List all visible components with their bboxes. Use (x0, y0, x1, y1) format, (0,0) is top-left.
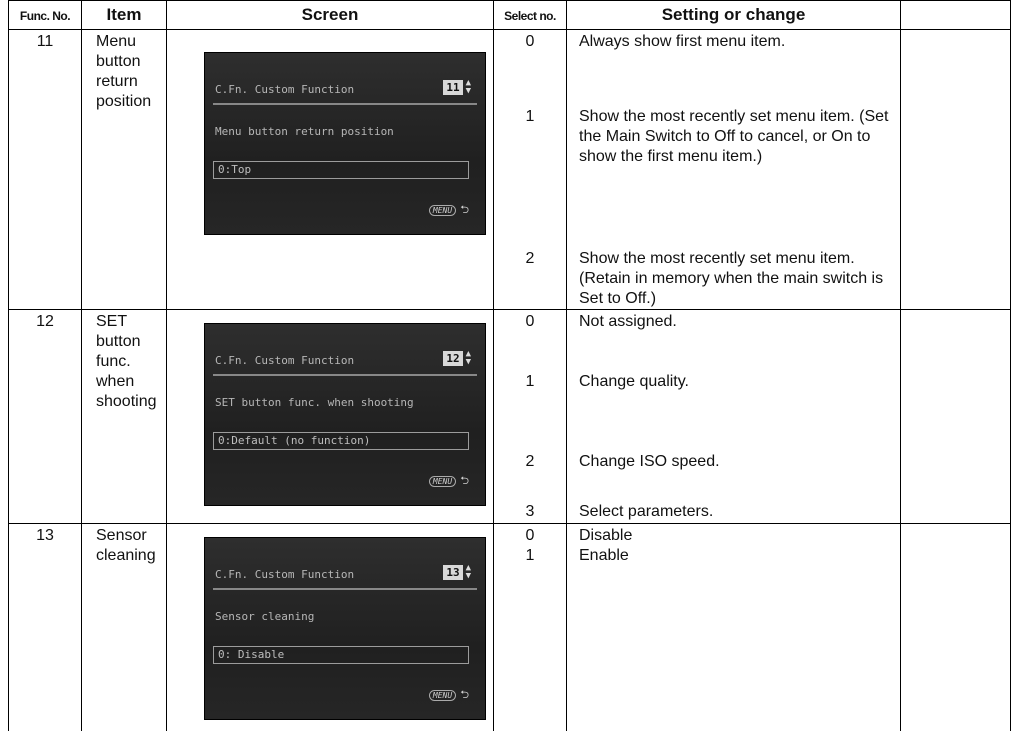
setting-11-2: Show the most recently set menu item. (R… (579, 250, 884, 307)
setting-13-1: Enable (579, 547, 629, 564)
screen-divider (213, 374, 477, 376)
up-down-arrows-icon: ▲ ▼ (465, 563, 471, 581)
screen-divider (213, 103, 477, 105)
header-item: Item (106, 5, 142, 24)
screen-number: 13 (443, 564, 463, 580)
header-func-no: Func. No. (19, 9, 71, 23)
screen-description: SET button func. when shooting (215, 396, 414, 409)
item-13: Sensor cleaning (96, 527, 156, 564)
header-bottom-border (8, 29, 1011, 30)
select-no-12-1: 1 (525, 373, 535, 390)
return-arrow-icon: ⮌ (460, 688, 469, 701)
setting-12-1: Change quality. (579, 373, 689, 390)
func-no-11: 11 (36, 33, 54, 50)
select-no-12-2: 2 (525, 453, 535, 470)
camera-screen-13: C.Fn. Custom Function 13 ▲ ▼ Sensor clean… (204, 537, 486, 720)
select-no-12-3: 3 (525, 503, 535, 520)
screen-description: Sensor cleaning (215, 610, 315, 623)
up-down-arrows-icon: ▲ ▼ (465, 78, 471, 96)
camera-screen-12: C.Fn. Custom Function 12 ▲ ▼ SET button f… (204, 323, 486, 506)
menu-return-indicator: MENU ⮌ (428, 201, 469, 220)
screen-value-box: 0: Disable (213, 646, 469, 664)
screen-title: C.Fn. Custom Function (215, 354, 355, 367)
menu-return-indicator: MENU ⮌ (428, 472, 469, 491)
screen-title: C.Fn. Custom Function (215, 568, 355, 581)
menu-button-icon: MENU (428, 476, 457, 487)
camera-screen-11: C.Fn. Custom Function 11 ▲ ▼ Menu button … (204, 52, 486, 235)
setting-13-0: Disable (579, 527, 633, 544)
screen-divider (213, 588, 477, 590)
setting-11-0: Always show first menu item. (579, 33, 786, 50)
select-no-11-0: 0 (525, 33, 535, 50)
col-border-setting (900, 0, 901, 731)
screen-number-badge: 11 ▲ ▼ (443, 78, 471, 96)
col-border-left (8, 0, 9, 731)
select-no-12-0: 0 (525, 313, 535, 330)
setting-12-0: Not assigned. (579, 313, 677, 330)
item-12: SET button func. when shooting (96, 313, 157, 410)
header-setting: Setting or change (661, 5, 806, 24)
screen-value-box: 0:Default (no function) (213, 432, 469, 450)
screen-number: 11 (443, 79, 463, 95)
item-11: Menu button return position (96, 33, 152, 110)
setting-12-2: Change ISO speed. (579, 453, 720, 470)
screen-number-badge: 13 ▲ ▼ (443, 563, 471, 581)
row-divider-12-13 (8, 523, 1011, 524)
screen-number-badge: 12 ▲ ▼ (443, 349, 471, 367)
screen-title: C.Fn. Custom Function (215, 83, 355, 96)
func-no-13: 13 (36, 527, 54, 544)
table-top-border (8, 0, 1011, 1)
header-screen: Screen (301, 5, 359, 24)
screen-number: 12 (443, 350, 463, 366)
screen-description: Menu button return position (215, 125, 394, 138)
select-no-11-2: 2 (525, 250, 535, 267)
col-border-item (166, 0, 167, 731)
func-no-12: 12 (36, 313, 54, 330)
return-arrow-icon: ⮌ (460, 474, 469, 487)
up-down-arrows-icon: ▲ ▼ (465, 349, 471, 367)
select-no-13-0: 0 (525, 527, 535, 544)
col-border-select (566, 0, 567, 731)
header-select-no: Select no. (504, 9, 556, 23)
return-arrow-icon: ⮌ (460, 203, 469, 216)
select-no-13-1: 1 (525, 547, 535, 564)
menu-button-icon: MENU (428, 205, 457, 216)
setting-11-1: Show the most recently set menu item. (S… (579, 108, 889, 165)
col-border-func (81, 0, 82, 731)
setting-12-3: Select parameters. (579, 503, 714, 520)
select-no-11-1: 1 (525, 108, 535, 125)
screen-value-box: 0:Top (213, 161, 469, 179)
menu-return-indicator: MENU ⮌ (428, 686, 469, 705)
row-divider-11-12 (8, 309, 1011, 310)
menu-button-icon: MENU (428, 690, 457, 701)
